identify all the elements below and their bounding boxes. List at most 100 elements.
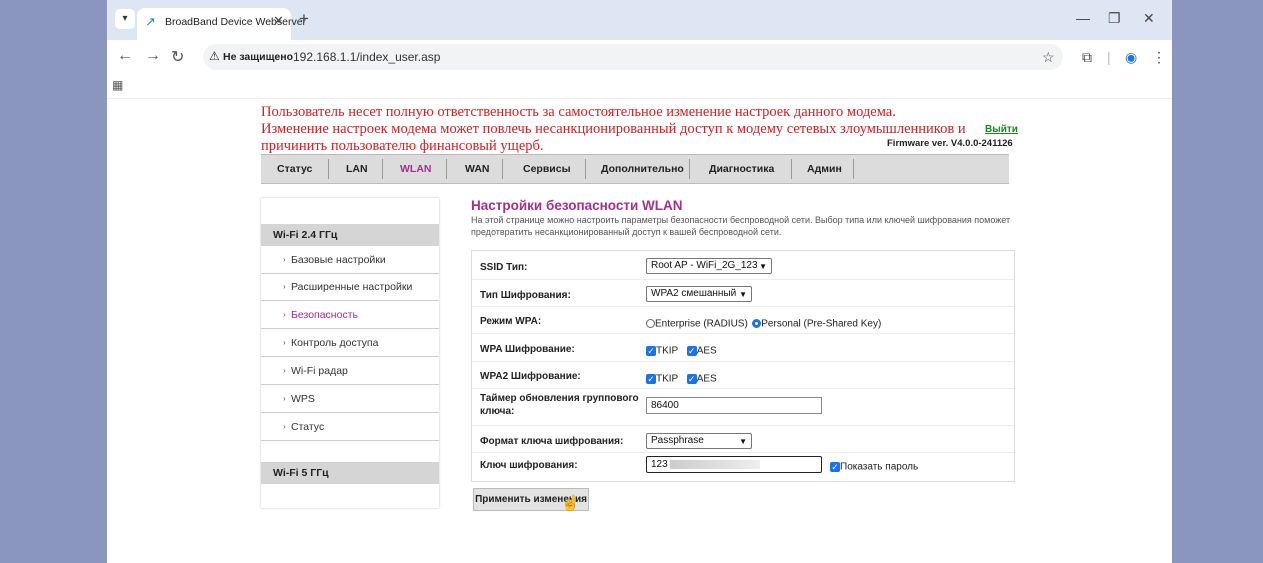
sidebar-item-label: WPS (291, 393, 315, 405)
sidebar-item-basic[interactable]: › Базовые настройки (261, 247, 439, 274)
sidebar-group-24ghz[interactable]: Wi-Fi 2.4 ГГц (261, 224, 439, 246)
wpa2-enc-label: WPA2 Шифрование: (480, 371, 581, 382)
timer-input[interactable]: 86400 (646, 397, 822, 414)
bullet-icon: › (283, 366, 286, 375)
forward-icon[interactable]: → (145, 47, 161, 65)
menu-admin[interactable]: Админ (807, 163, 842, 175)
security-form: SSID Тип: Root AP - WiFi_2G_123 ▼ Тип Шиф… (471, 250, 1015, 482)
bullet-icon: › (283, 310, 286, 319)
warning-line: причинить пользователю финансовый ущерб. (261, 138, 544, 154)
enc-type-select[interactable]: WPA2 смешанный ▼ (646, 286, 752, 302)
favicon-icon: ↗ (145, 14, 156, 29)
sidebar-item-wifi-radar[interactable]: › Wi-Fi радар (261, 358, 439, 385)
wpa2-enc-group: ✓TKIP ✓AES (646, 370, 717, 388)
show-password-group: ✓Показать пароль (830, 458, 918, 476)
menu-advanced[interactable]: Дополнительно (601, 163, 684, 175)
main-menu: Статус LAN WLAN WAN Сервисы Дополнительн… (261, 154, 1009, 184)
sidebar-item-label: Безопасность (291, 309, 358, 321)
new-tab-button[interactable]: + (299, 9, 309, 29)
form-row-wpa-enc: WPA Шифрование: ✓TKIP ✓AES (472, 335, 1014, 362)
omnibox[interactable]: ⚠ Не защищено 192.168.1.1/index_user.asp (203, 44, 1063, 70)
apps-grid-icon[interactable]: ▦ (112, 78, 123, 92)
menu-icon[interactable]: ⋮ (1152, 49, 1166, 66)
address-bar: ← → ↻ ⚠ Не защищено 192.168.1.1/index_us… (107, 40, 1172, 74)
form-row-key: Ключ шифрования: 123 ✓Показать пароль (472, 453, 1014, 479)
page-title: Настройки безопасности WLAN (471, 198, 683, 213)
toolbar-divider: | (1107, 49, 1111, 65)
menu-wlan[interactable]: WLAN (400, 163, 432, 175)
chevron-down-icon: ▼ (739, 290, 747, 299)
key-format-value: Passphrase (651, 435, 704, 446)
sidebar-item-label: Расширенные настройки (291, 281, 413, 293)
menu-separator (791, 159, 792, 179)
menu-separator (853, 159, 854, 179)
menu-services[interactable]: Сервисы (523, 163, 571, 175)
form-row-wpa-mode: Режим WPA: Enterprise (RADIUS) Personal … (472, 307, 1014, 334)
security-label[interactable]: Не защищено (223, 51, 293, 63)
tab-bar: ▾ ↗ BroadBand Device Webserver ✕ + — ❐ ✕ (107, 0, 1172, 40)
sidebar-item-access-control[interactable]: › Контроль доступа (261, 330, 439, 357)
back-icon[interactable]: ← (117, 47, 133, 65)
sidebar-item-label: Статус (291, 421, 325, 433)
enc-type-label: Тип Шифрования: (480, 290, 571, 301)
form-row-ssid: SSID Тип: Root AP - WiFi_2G_123 ▼ (472, 253, 1014, 280)
firmware-version: Firmware ver. V4.0.0-241126 (887, 138, 1013, 149)
ssid-select[interactable]: Root AP - WiFi_2G_123 ▼ (646, 258, 772, 274)
menu-separator (585, 159, 586, 179)
browser-tab[interactable]: ↗ BroadBand Device Webserver ✕ (137, 8, 306, 40)
sidebar-item-label: Контроль доступа (291, 337, 379, 349)
close-window-icon[interactable]: ✕ (1143, 10, 1155, 27)
bullet-icon: › (283, 255, 286, 264)
wpa-mode-group: Enterprise (RADIUS) Personal (Pre-Shared… (646, 315, 881, 333)
bullet-icon: › (283, 338, 286, 347)
wpa-enc-group: ✓TKIP ✓AES (646, 342, 717, 360)
wpa-mode-label: Режим WPA: (480, 316, 542, 327)
hand-cursor-icon: ☝ (561, 495, 580, 512)
radio-enterprise[interactable] (646, 319, 655, 329)
menu-lan[interactable]: LAN (346, 163, 368, 175)
bookmark-star-icon[interactable]: ☆ (1042, 49, 1055, 66)
menu-status[interactable]: Статус (277, 163, 312, 175)
profile-icon[interactable]: ◉ (1125, 49, 1137, 66)
radio-personal[interactable] (752, 319, 762, 329)
wpa-tkip-checkbox[interactable]: ✓ (646, 345, 656, 356)
tab-search-icon[interactable]: ▾ (115, 9, 135, 29)
sidebar: Wi-Fi 2.4 ГГц › Базовые настройки › Расшир… (261, 198, 439, 508)
sidebar-item-status[interactable]: › Статус (261, 414, 439, 441)
menu-diagnostics[interactable]: Диагностика (709, 163, 774, 175)
key-format-select[interactable]: Passphrase ▼ (646, 433, 752, 449)
wpa2-tkip-checkbox[interactable]: ✓ (646, 373, 656, 384)
bookmarks-bar: ▦ (107, 74, 1172, 99)
logout-link[interactable]: Выйти (985, 124, 1018, 135)
url-text[interactable]: 192.168.1.1/index_user.asp (293, 50, 440, 64)
key-input[interactable]: 123 (646, 456, 822, 473)
wpa2-aes-checkbox[interactable]: ✓ (686, 373, 697, 384)
menu-separator (689, 159, 690, 179)
extensions-icon[interactable]: ⧉ (1082, 49, 1092, 66)
timer-label: Таймер обновления группового ключа: (480, 393, 639, 417)
sidebar-item-security[interactable]: › Безопасность (261, 302, 439, 329)
show-password-checkbox[interactable]: ✓ (830, 461, 840, 472)
warning-message: Пользователь несет полную ответственност… (261, 104, 981, 155)
minimize-icon[interactable]: — (1076, 10, 1090, 26)
restore-icon[interactable]: ❐ (1108, 10, 1121, 27)
close-tab-icon[interactable]: ✕ (273, 13, 284, 29)
reload-icon[interactable]: ↻ (171, 47, 184, 67)
sidebar-item-wps[interactable]: › WPS (261, 386, 439, 413)
aes-label: AES (696, 373, 717, 385)
key-label: Ключ шифрования: (480, 460, 578, 471)
wpa-aes-checkbox[interactable]: ✓ (686, 345, 697, 356)
ssid-value: Root AP - WiFi_2G_123 (651, 260, 758, 271)
bullet-icon: › (283, 282, 286, 291)
timer-value: 86400 (651, 400, 679, 411)
form-row-key-format: Формат ключа шифрования: Passphrase ▼ (472, 426, 1014, 453)
menu-separator (382, 159, 383, 179)
form-row-wpa2-enc: WPA2 Шифрование: ✓TKIP ✓AES (472, 362, 1014, 389)
chevron-down-icon: ▼ (759, 262, 767, 271)
bullet-icon: › (283, 394, 286, 403)
sidebar-group-5ghz[interactable]: Wi-Fi 5 ГГц (261, 462, 439, 484)
menu-wan[interactable]: WAN (465, 163, 490, 175)
form-row-timer: Таймер обновления группового ключа: 8640… (472, 389, 1014, 426)
sidebar-item-advanced[interactable]: › Расширенные настройки (261, 274, 439, 301)
chevron-down-icon: ▼ (739, 437, 747, 446)
